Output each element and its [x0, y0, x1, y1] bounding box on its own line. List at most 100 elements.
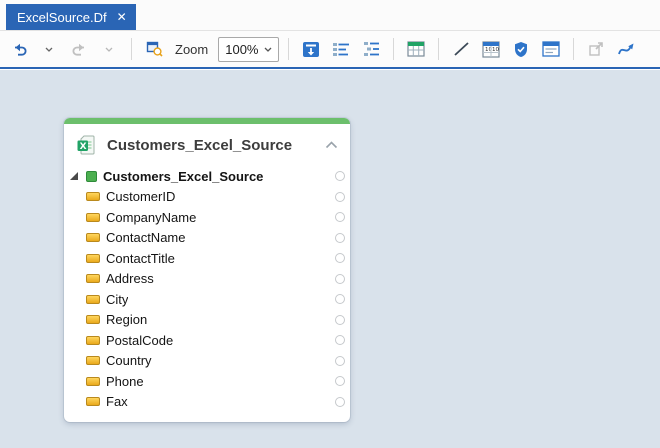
column-icon — [86, 397, 100, 406]
tab-excelsource-df[interactable]: ExcelSource.Df ✕ — [6, 4, 136, 30]
collapse-chevron-icon[interactable] — [325, 141, 338, 149]
node-header[interactable]: X Customers_Excel_Source — [64, 124, 350, 164]
excel-source-node[interactable]: X Customers_Excel_Source Customers_Excel… — [64, 118, 350, 422]
zoom-value: 100% — [225, 42, 258, 57]
connection-port[interactable] — [335, 356, 345, 366]
column-icon — [86, 336, 100, 345]
reroute-connectors-button[interactable] — [613, 36, 639, 62]
tab-label: ExcelSource.Df — [17, 10, 107, 25]
field-label: PostalCode — [106, 333, 173, 348]
validate-button[interactable] — [508, 36, 534, 62]
column-icon — [86, 233, 100, 242]
document-tab-bar: ExcelSource.Df ✕ — [0, 0, 660, 31]
toolbar-separator — [288, 38, 289, 60]
field-row[interactable]: Address — [86, 269, 350, 290]
field-row[interactable]: Country — [86, 351, 350, 372]
distribute-button[interactable] — [358, 36, 384, 62]
toolbar-separator — [393, 38, 394, 60]
align-left-button[interactable] — [328, 36, 354, 62]
field-label: ContactTitle — [106, 251, 175, 266]
field-row[interactable]: Region — [86, 310, 350, 331]
field-row[interactable]: CustomerID — [86, 187, 350, 208]
connection-port[interactable] — [335, 274, 345, 284]
data-viewer-grid-icon: 10 10 — [482, 41, 500, 58]
field-row[interactable]: CompanyName — [86, 207, 350, 228]
field-label: Region — [106, 312, 147, 327]
field-label: CompanyName — [106, 210, 196, 225]
column-tree: Customers_Excel_Source CustomerID Company… — [64, 166, 350, 412]
svg-text:X: X — [80, 142, 87, 152]
redo-icon — [71, 41, 88, 57]
zoom-to-fit-icon — [146, 41, 163, 57]
field-label: CustomerID — [106, 189, 175, 204]
table-node-icon — [86, 171, 97, 182]
distribute-icon — [362, 41, 380, 57]
connection-port[interactable] — [335, 233, 345, 243]
field-row[interactable]: City — [86, 289, 350, 310]
column-icon — [86, 254, 100, 263]
output-ports-column — [335, 166, 345, 412]
connection-port[interactable] — [335, 294, 345, 304]
tree-expander-icon[interactable] — [70, 172, 79, 181]
excel-file-icon: X — [76, 134, 98, 156]
field-row[interactable]: PostalCode — [86, 330, 350, 351]
zoom-to-fit-button[interactable] — [141, 36, 167, 62]
field-label: Fax — [106, 394, 128, 409]
undo-icon — [11, 41, 28, 57]
connection-port[interactable] — [335, 315, 345, 325]
connection-port[interactable] — [335, 376, 345, 386]
table-grid-icon — [407, 41, 425, 57]
field-label: Country — [106, 353, 152, 368]
data-viewer-button[interactable]: 10 10 — [478, 36, 504, 62]
toolbar-separator — [573, 38, 574, 60]
open-in-window-button[interactable] — [583, 36, 609, 62]
chevron-down-icon — [264, 47, 272, 52]
open-in-window-icon — [588, 41, 604, 57]
connection-port[interactable] — [335, 192, 345, 202]
curved-arrow-icon — [617, 41, 636, 58]
toolbar-separator — [131, 38, 132, 60]
designer-toolbar: Zoom 100% — [0, 31, 660, 69]
tree-root-row[interactable]: Customers_Excel_Source — [86, 166, 350, 187]
root-label: Customers_Excel_Source — [103, 169, 263, 184]
shield-icon — [513, 41, 529, 58]
undo-button[interactable] — [6, 36, 32, 62]
connector-line-button[interactable] — [448, 36, 474, 62]
connection-port[interactable] — [335, 212, 345, 222]
column-icon — [86, 377, 100, 386]
node-title: Customers_Excel_Source — [107, 137, 316, 154]
connection-port[interactable] — [335, 171, 345, 181]
field-row[interactable]: ContactName — [86, 228, 350, 249]
connection-port[interactable] — [335, 397, 345, 407]
properties-window-button[interactable] — [538, 36, 564, 62]
column-icon — [86, 356, 100, 365]
column-icon — [86, 213, 100, 222]
zoom-select[interactable]: 100% — [218, 37, 279, 62]
design-canvas[interactable]: X Customers_Excel_Source Customers_Excel… — [0, 70, 660, 448]
connection-port[interactable] — [335, 253, 345, 263]
column-icon — [86, 274, 100, 283]
redo-dropdown[interactable] — [96, 36, 122, 62]
auto-layout-button[interactable] — [298, 36, 324, 62]
align-left-icon — [332, 41, 350, 57]
field-row[interactable]: Fax — [86, 392, 350, 413]
column-icon — [86, 315, 100, 324]
field-row[interactable]: ContactTitle — [86, 248, 350, 269]
field-row[interactable]: Phone — [86, 371, 350, 392]
column-icon — [86, 192, 100, 201]
field-label: Phone — [106, 374, 144, 389]
undo-dropdown[interactable] — [36, 36, 62, 62]
field-label: Address — [106, 271, 154, 286]
connection-port[interactable] — [335, 335, 345, 345]
toolbar-separator — [438, 38, 439, 60]
tab-close-icon[interactable]: ✕ — [117, 11, 127, 23]
add-table-button[interactable] — [403, 36, 429, 62]
redo-button[interactable] — [66, 36, 92, 62]
node-body: Customers_Excel_Source CustomerID Company… — [64, 164, 350, 422]
chevron-down-icon — [45, 47, 53, 52]
diagonal-line-icon — [453, 41, 470, 57]
zoom-label: Zoom — [175, 42, 208, 57]
field-label: City — [106, 292, 128, 307]
field-label: ContactName — [106, 230, 185, 245]
chevron-down-icon — [105, 47, 113, 52]
